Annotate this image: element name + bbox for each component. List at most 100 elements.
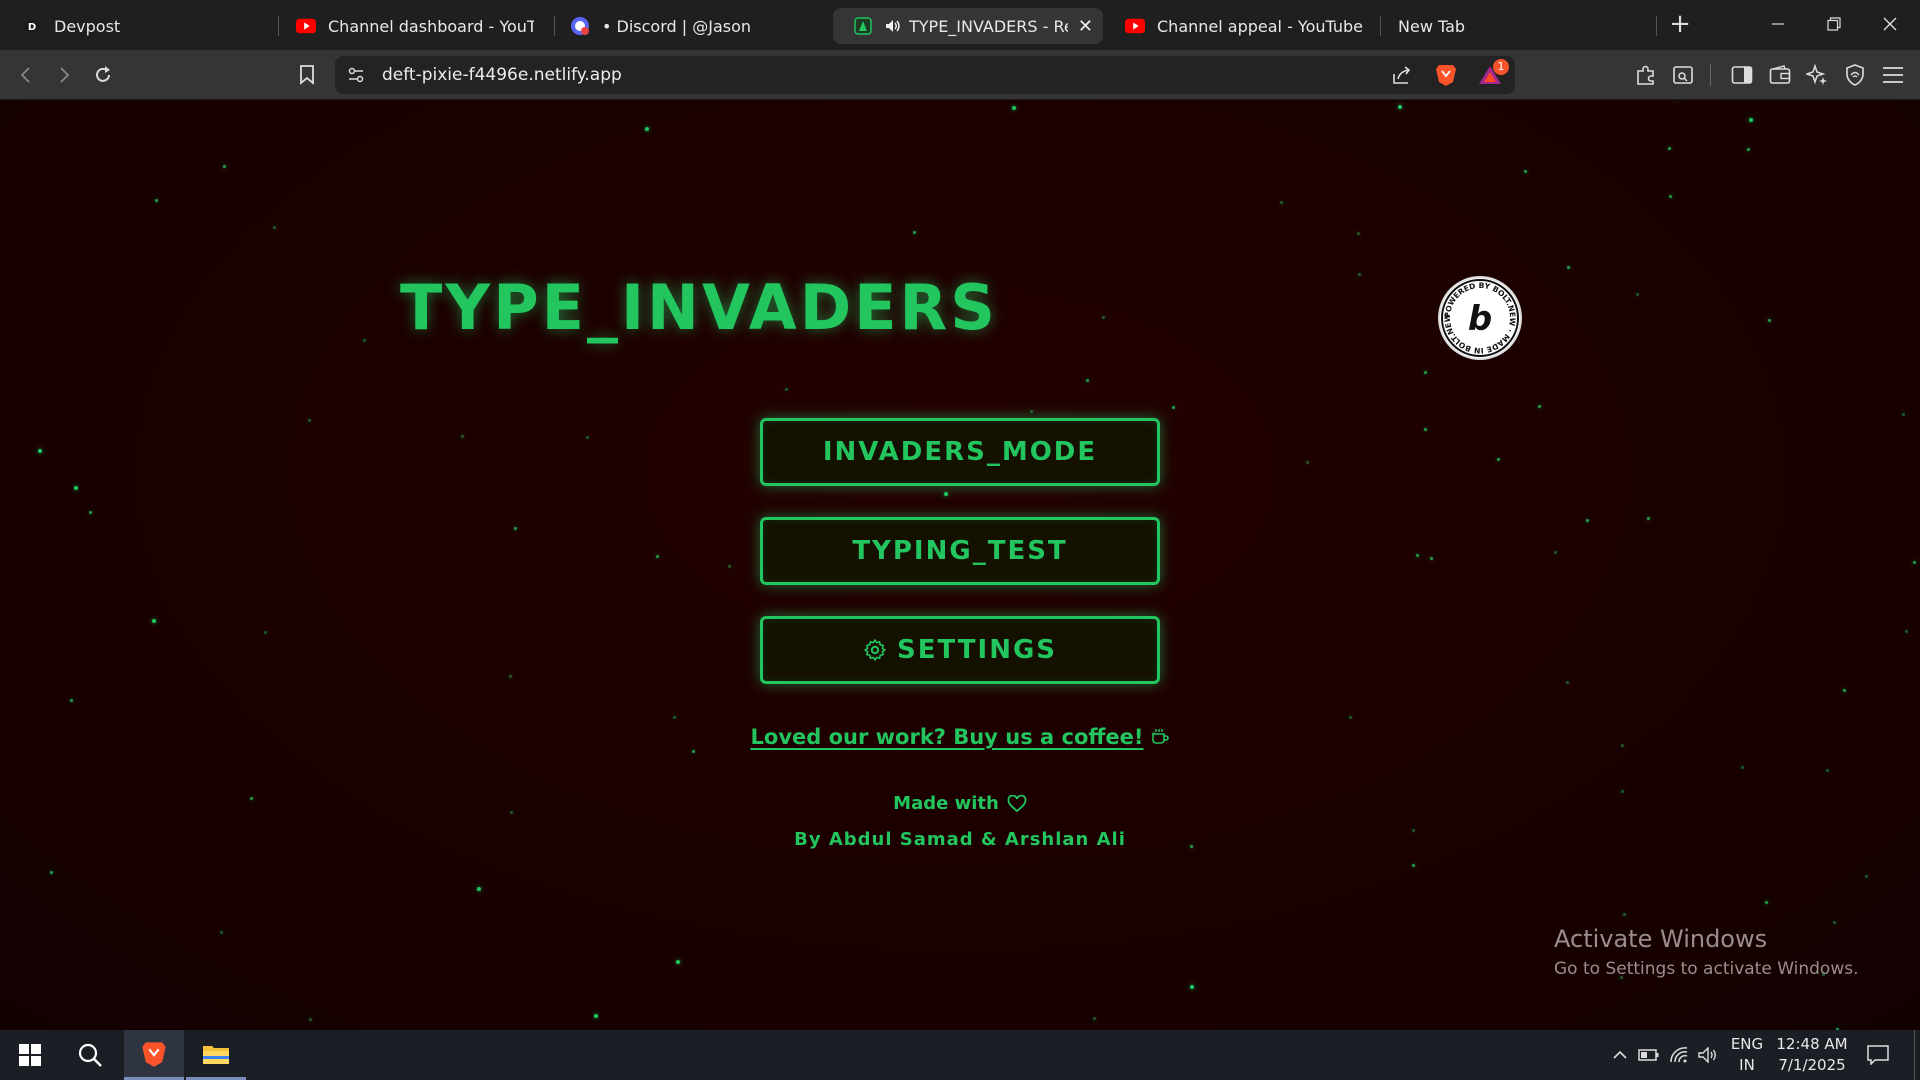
star <box>1768 319 1771 322</box>
star <box>223 165 226 168</box>
clock[interactable]: 12:48 AM 7/1/2025 <box>1772 1034 1852 1076</box>
share-button[interactable] <box>1387 60 1417 90</box>
tab-title: • Discord | @Jason <box>602 16 752 36</box>
folder-icon <box>203 1045 229 1064</box>
language-indicator[interactable]: ENG IN <box>1726 1034 1768 1076</box>
clock-time: 12:48 AM <box>1776 1035 1848 1053</box>
close-window-button[interactable] <box>1862 0 1918 48</box>
windows-logo-icon <box>19 1044 41 1066</box>
minimize-button[interactable] <box>1750 0 1806 48</box>
menu-button[interactable] <box>1878 60 1908 90</box>
star <box>1621 744 1624 747</box>
sparkle-icon <box>1806 64 1827 85</box>
tab-channel-appeal[interactable]: Channel appeal - YouTube <box>1105 8 1377 44</box>
clock-date: 7/1/2025 <box>1778 1056 1846 1074</box>
extensions-button[interactable] <box>1631 60 1661 90</box>
reader-mode-button[interactable] <box>1668 60 1698 90</box>
heart-icon <box>1007 794 1027 813</box>
battery-icon <box>1638 1049 1659 1061</box>
tray-overflow-button[interactable] <box>1609 1045 1631 1065</box>
brave-shields-button[interactable] <box>1431 60 1461 90</box>
star <box>1012 106 1016 110</box>
shield-icon <box>1846 64 1864 86</box>
show-desktop-button[interactable] <box>1914 1030 1920 1080</box>
search-button[interactable] <box>60 1030 120 1080</box>
notifications-button[interactable] <box>1866 1044 1890 1066</box>
star <box>1913 561 1916 564</box>
tab-new-tab[interactable]: New Tab <box>1380 8 1650 44</box>
bookmark-button[interactable] <box>292 60 322 90</box>
star <box>1424 428 1427 431</box>
vpn-button[interactable] <box>1840 60 1870 90</box>
star <box>1280 201 1283 204</box>
network-button[interactable] <box>1668 1045 1690 1065</box>
gear-icon <box>863 638 887 662</box>
speaker-icon[interactable] <box>885 16 901 36</box>
star <box>1358 273 1361 276</box>
close-icon[interactable]: ✕ <box>1078 16 1093 37</box>
site-info-button[interactable] <box>341 60 371 90</box>
brave-lion-icon <box>142 1041 166 1067</box>
tab-devpost[interactable]: D Devpost <box>2 8 274 44</box>
star <box>1412 864 1415 867</box>
star <box>1826 769 1829 772</box>
authors-credit: By Abdul Samad & Arshlan Ali <box>794 829 1126 850</box>
star <box>1902 413 1905 416</box>
star <box>1554 551 1557 554</box>
star <box>1172 406 1175 409</box>
star <box>586 436 589 439</box>
share-icon <box>1393 66 1411 84</box>
star <box>1416 554 1419 557</box>
tab-type-invaders[interactable]: TYPE_INVADERS - Retro ✕ <box>833 8 1103 44</box>
star <box>645 127 649 131</box>
invaders-mode-button[interactable]: INVADERS_MODE <box>760 418 1160 486</box>
settings-button[interactable]: SETTINGS <box>760 616 1160 684</box>
tab-title: TYPE_INVADERS - Retro <box>909 16 1068 36</box>
hamburger-icon <box>1883 67 1903 83</box>
battery-button[interactable] <box>1638 1045 1660 1065</box>
star <box>461 435 464 438</box>
star <box>1424 371 1427 374</box>
star <box>1524 170 1527 173</box>
forward-button[interactable] <box>49 60 79 90</box>
star <box>309 1018 312 1021</box>
wallet-icon <box>1769 65 1791 84</box>
taskbar-file-explorer[interactable] <box>186 1030 246 1080</box>
star <box>944 492 948 496</box>
restore-button[interactable] <box>1806 0 1862 48</box>
sidebar-icon <box>1731 66 1753 84</box>
back-icon <box>20 67 30 83</box>
reload-button[interactable] <box>88 60 118 90</box>
star <box>74 486 78 490</box>
star <box>728 565 731 568</box>
typing-test-button[interactable]: TYPING_TEST <box>760 517 1160 585</box>
star <box>1843 689 1846 692</box>
tab-discord[interactable]: • Discord | @Jason <box>550 8 830 44</box>
bolt-badge[interactable]: POWERED BY BOLT.NEW · MADE IN BOLT.NEW ·… <box>1439 271 1520 358</box>
volume-button[interactable] <box>1697 1045 1719 1065</box>
address-bar[interactable]: deft-pixie-f4496e.netlify.app 1 <box>335 56 1515 94</box>
taskbar-brave[interactable] <box>124 1030 184 1080</box>
tab-youtube-studio[interactable]: Channel dashboard - YouTube Studio <box>276 8 546 44</box>
star <box>913 231 916 234</box>
star <box>510 811 513 814</box>
star <box>1865 875 1868 878</box>
brave-lion-icon <box>1436 65 1456 86</box>
star <box>594 1014 598 1018</box>
wallet-button[interactable] <box>1765 60 1795 90</box>
star <box>1621 790 1624 793</box>
new-tab-button[interactable]: + <box>1652 0 1708 48</box>
page-title: TYPE_INVADERS <box>400 271 998 344</box>
restore-icon <box>1827 17 1841 31</box>
back-button[interactable] <box>12 60 42 90</box>
activate-subtitle: Go to Settings to activate Windows. <box>1554 959 1859 979</box>
sidebar-button[interactable] <box>1727 60 1757 90</box>
buy-coffee-link[interactable]: Loved our work? Buy us a coffee! <box>740 725 1180 750</box>
star <box>1741 766 1744 769</box>
discord-icon <box>570 16 590 36</box>
star <box>1086 379 1089 382</box>
tab-title: New Tab <box>1398 16 1466 36</box>
start-button[interactable] <box>0 1030 60 1080</box>
region-code: IN <box>1739 1056 1755 1074</box>
leo-ai-button[interactable] <box>1802 60 1832 90</box>
